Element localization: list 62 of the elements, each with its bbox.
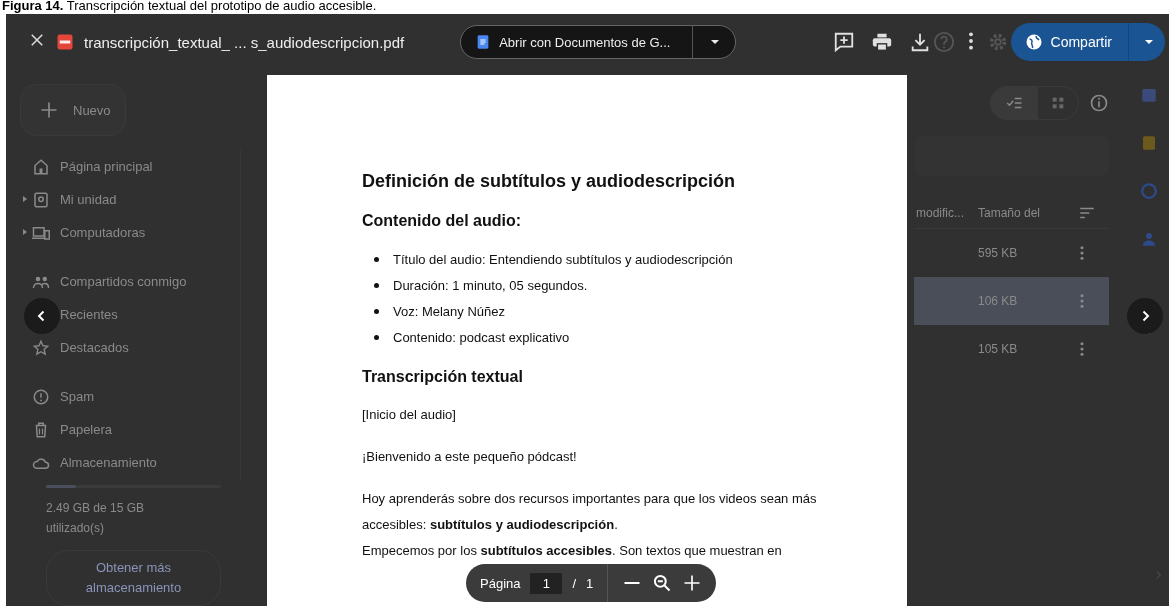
nav-item[interactable]: Papelera bbox=[20, 413, 240, 446]
paragraph: Hoy aprenderás sobre dos recursos importantes para que los videos sean más accesibles: subtítulos y audiodescripción. bbox=[362, 490, 818, 534]
paragraph: Empecemos por los subtítulos accesibles. Son textos que muestran en bbox=[362, 542, 783, 560]
file-name: transcripción_textual_ ... s_audiodescripcion.pdf bbox=[84, 33, 405, 51]
globe-icon bbox=[1024, 33, 1043, 51]
section-heading: Transcripción textual bbox=[362, 368, 524, 386]
print-icon[interactable] bbox=[870, 31, 893, 53]
grid-view-icon bbox=[1050, 95, 1066, 111]
file-row[interactable]: 595 KB bbox=[914, 229, 1109, 277]
plus-icon bbox=[39, 100, 59, 120]
zoom-in-icon[interactable] bbox=[682, 573, 703, 593]
zoom-icon[interactable] bbox=[652, 573, 673, 593]
list-item: Título del audio: Entendiendo subtítulos y audiodescripción bbox=[393, 251, 733, 267]
size-cell-text: 106 KB bbox=[978, 294, 1019, 308]
bullet-icon bbox=[374, 256, 379, 262]
size-cell-text: 105 KB bbox=[978, 342, 1019, 356]
nav-item[interactable]: Página principal bbox=[20, 150, 240, 183]
pdf-file-icon bbox=[56, 33, 74, 51]
paragraph: [Inicio del audio] bbox=[362, 406, 457, 424]
bullet-icon bbox=[374, 282, 379, 288]
expand-arrow-icon[interactable] bbox=[23, 229, 27, 235]
nav-item[interactable]: Computadoras bbox=[20, 216, 240, 249]
grid-view-button[interactable] bbox=[1038, 86, 1079, 120]
nav-item[interactable]: Compartidos conmigo bbox=[20, 265, 240, 298]
file-row[interactable]: 105 KB bbox=[914, 325, 1109, 373]
document-title: Definición de subtítulos y audiodescripción bbox=[362, 171, 737, 192]
page-label: Página bbox=[480, 575, 521, 591]
page-total: 1 bbox=[586, 575, 594, 591]
nav-item[interactable]: Destacados bbox=[20, 331, 240, 364]
open-with-button[interactable]: Abrir con Documentos de G... bbox=[460, 25, 737, 59]
list-item: Duración: 1 minuto, 05 segundos. bbox=[393, 277, 588, 293]
add-comment-icon[interactable] bbox=[832, 31, 855, 53]
list-item: Voz: Melany Núñez bbox=[393, 303, 505, 319]
info-icon[interactable] bbox=[1089, 93, 1109, 113]
column-header[interactable]: Tamaño del bbox=[978, 206, 1078, 220]
alert-icon bbox=[32, 387, 50, 406]
get-storage-button[interactable]: Obtener más almacenamiento bbox=[46, 550, 221, 606]
page-separator: / bbox=[572, 575, 577, 591]
section-heading: Contenido del audio: bbox=[362, 212, 523, 230]
new-button[interactable]: Nuevo bbox=[20, 84, 126, 136]
figure-caption: Figura 14. Transcripción textual del prototipo de audio accesible. bbox=[1, 0, 378, 12]
nav-item[interactable]: Mi unidad bbox=[20, 183, 240, 216]
size-cell-text: 595 KB bbox=[978, 246, 1019, 260]
page-number-field[interactable]: 1 bbox=[530, 572, 563, 594]
expand-arrow-icon[interactable] bbox=[23, 196, 27, 202]
bullet-icon bbox=[374, 308, 379, 314]
close-icon[interactable] bbox=[28, 31, 46, 49]
share-button[interactable]: Compartir bbox=[1010, 23, 1165, 61]
previous-button[interactable] bbox=[24, 298, 60, 334]
bullet-icon bbox=[374, 334, 379, 340]
list-item: Contenido: podcast explicativo bbox=[393, 329, 570, 345]
list-view-button[interactable] bbox=[990, 86, 1038, 120]
nav-item[interactable]: Spam bbox=[20, 380, 240, 413]
drive-icon bbox=[32, 190, 50, 209]
column-header[interactable]: modific... bbox=[916, 206, 978, 220]
star-icon bbox=[32, 338, 50, 357]
paragraph: ¡Bienvenido a este pequeño pódcast! bbox=[362, 448, 578, 466]
next-button[interactable] bbox=[1127, 298, 1163, 334]
file-row[interactable]: 106 KB bbox=[914, 277, 1109, 325]
home-icon bbox=[32, 157, 50, 176]
storage-text: 2.49 GB de 15 GB utilizado(s) bbox=[46, 500, 146, 537]
nav-item[interactable]: Almacenamiento bbox=[20, 446, 240, 479]
